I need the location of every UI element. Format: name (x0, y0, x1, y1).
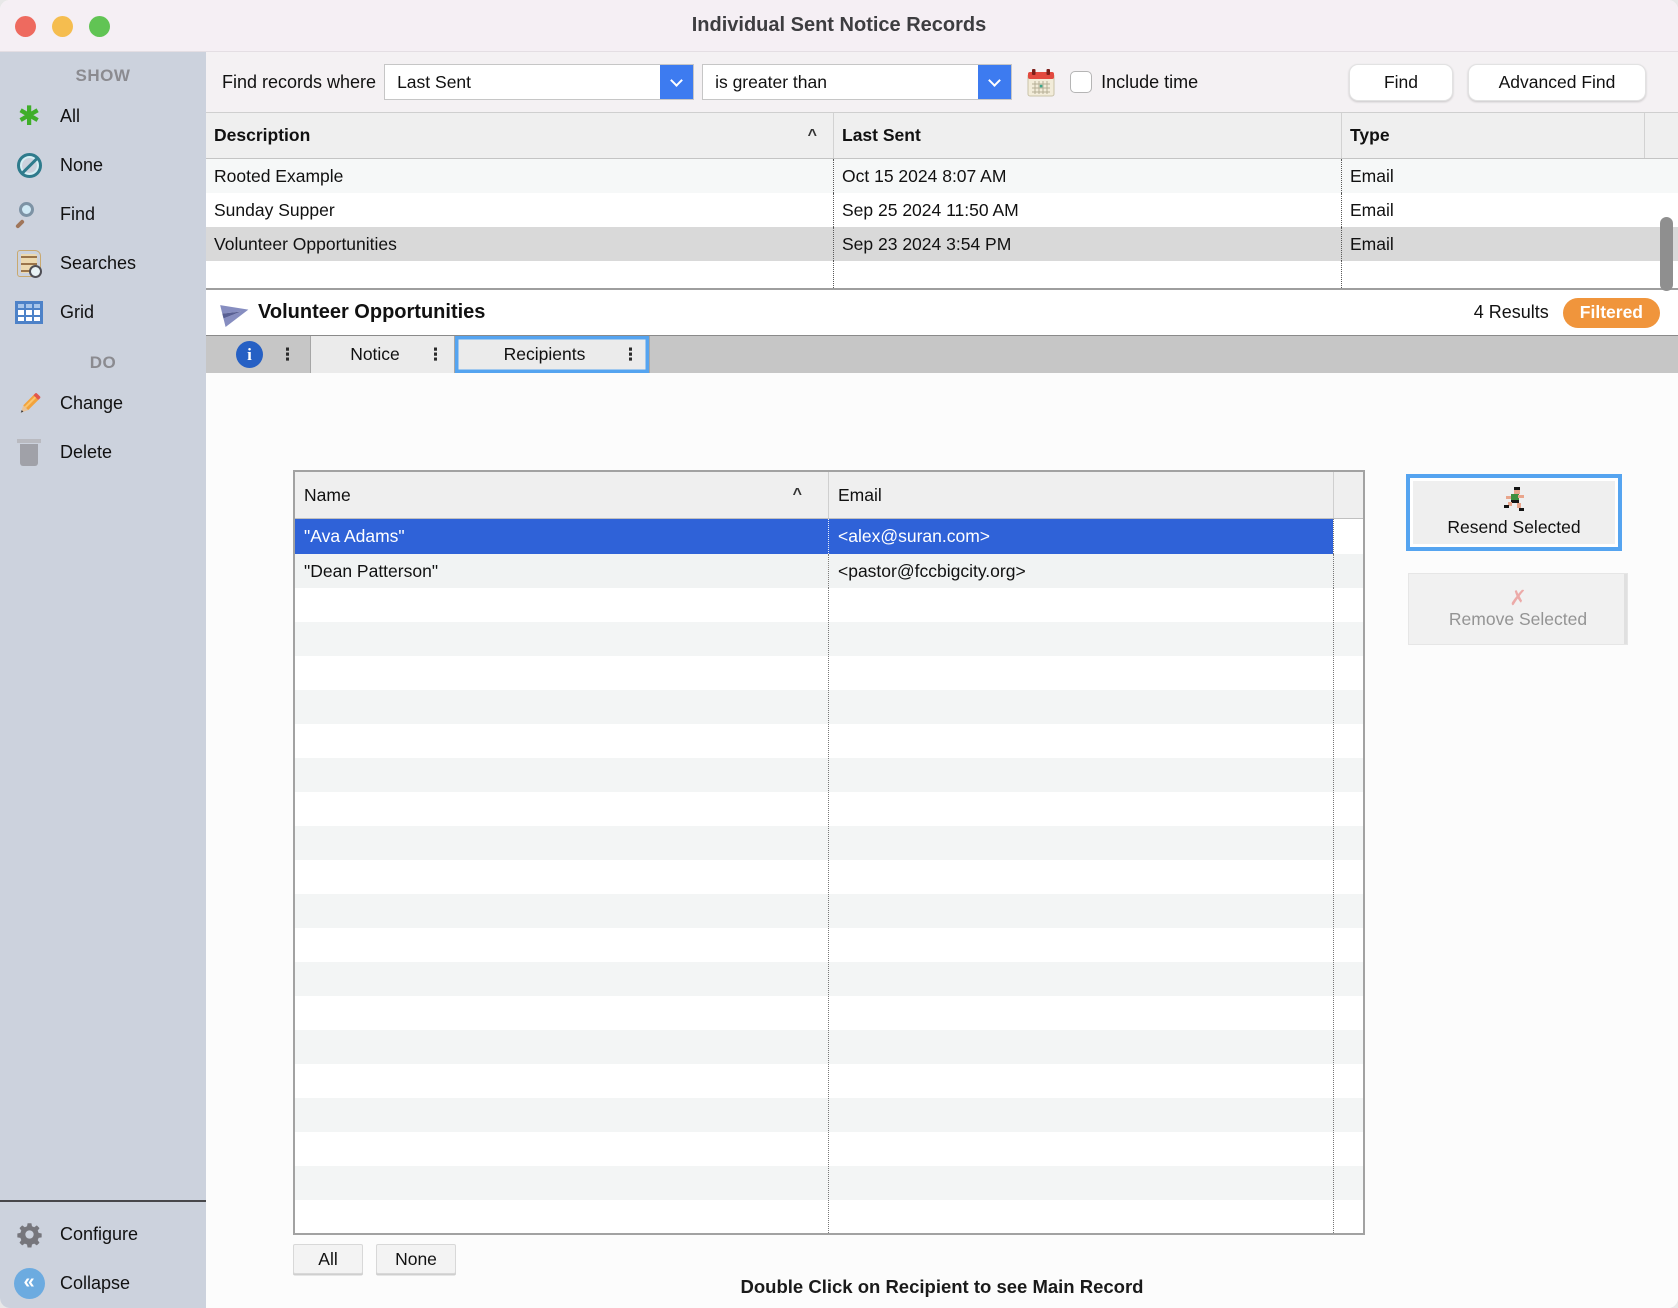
tab-options-icon[interactable]: ⋮ (427, 345, 444, 365)
sidebar-item-collapse[interactable]: « Collapse (0, 1259, 206, 1308)
grid-table-icon (13, 297, 45, 329)
detail-tab-bar: i ⋮ Notice ⋮ Recipients ⋮ (206, 335, 1678, 373)
sidebar-item-all[interactable]: ✱ All (0, 92, 206, 141)
runner-icon (1502, 487, 1526, 516)
pencil-icon (13, 388, 45, 420)
results-count: 4 Results (1474, 302, 1549, 323)
operator-select[interactable]: is greater than (702, 64, 1012, 100)
sort-ascending-icon: ^ (808, 127, 817, 145)
column-header-name[interactable]: Name ^ (295, 472, 828, 518)
select-all-button[interactable]: All (293, 1244, 363, 1274)
app-window: Individual Sent Notice Records SHOW ✱ Al… (0, 0, 1678, 1308)
chevron-down-icon[interactable] (978, 65, 1011, 99)
remove-x-icon: ✗ (1509, 588, 1527, 609)
recipient-row[interactable]: "Dean Patterson" <pastor@fccbigcity.org> (295, 554, 1363, 588)
filtered-badge[interactable]: Filtered (1563, 298, 1660, 328)
recipients-table: Name ^ Email "Ava Adams" <alex@suran.com… (293, 470, 1365, 1235)
sidebar-item-label: Configure (60, 1224, 138, 1245)
table-row[interactable]: Rooted Example Oct 15 2024 8:07 AM Email (206, 159, 1678, 193)
sent-notices-table: Description ^ Last Sent Type Rooted Exam… (206, 112, 1678, 290)
saved-searches-icon (13, 248, 45, 280)
options-dots-icon[interactable]: ⋮ (279, 345, 296, 365)
include-time-checkbox[interactable] (1070, 71, 1092, 93)
info-icon[interactable]: i (236, 341, 263, 368)
column-header-gutter (1644, 113, 1678, 158)
recipients-empty-rows (295, 588, 1363, 1233)
gear-icon (13, 1219, 45, 1251)
recipients-table-header: Name ^ Email (295, 472, 1363, 519)
minimize-window-button[interactable] (52, 16, 73, 37)
traffic-lights (15, 16, 110, 37)
select-none-button[interactable]: None (376, 1244, 456, 1274)
field-select-value: Last Sent (397, 72, 471, 93)
tab-notice[interactable]: Notice ⋮ (310, 336, 454, 373)
calendar-icon[interactable] (1024, 65, 1058, 99)
paper-plane-icon (220, 298, 250, 328)
vertical-scrollbar[interactable] (1660, 217, 1673, 291)
tab-recipients-active[interactable]: Recipients ⋮ (454, 336, 650, 373)
resend-selected-button[interactable]: Resend Selected (1413, 481, 1615, 544)
sidebar-item-label: All (60, 106, 80, 127)
detail-section-header: Volunteer Opportunities 4 Results Filter… (206, 290, 1678, 335)
column-header-type[interactable]: Type (1341, 113, 1644, 158)
sidebar-item-searches[interactable]: Searches (0, 239, 206, 288)
magnifier-icon (13, 199, 45, 231)
sidebar-item-label: Delete (60, 442, 112, 463)
table-row-selected[interactable]: Volunteer Opportunities Sep 23 2024 3:54… (206, 227, 1678, 261)
find-records-where-label: Find records where (222, 72, 376, 93)
close-window-button[interactable] (15, 16, 36, 37)
sort-ascending-icon: ^ (793, 486, 802, 504)
resend-selected-highlight: Resend Selected (1406, 474, 1622, 551)
table-empty-space (206, 261, 1678, 288)
find-button[interactable]: Find (1349, 64, 1453, 101)
collapse-chevrons-icon: « (13, 1268, 45, 1300)
sidebar-footer: Configure « Collapse (0, 1200, 206, 1308)
chevron-down-icon[interactable] (660, 65, 693, 99)
titlebar: Individual Sent Notice Records (0, 0, 1678, 52)
remove-selected-label: Remove Selected (1449, 609, 1587, 630)
recipient-row-selected[interactable]: "Ava Adams" <alex@suran.com> (295, 519, 1363, 554)
include-time-label: Include time (1101, 72, 1198, 93)
zoom-window-button[interactable] (89, 16, 110, 37)
sidebar-item-change[interactable]: Change (0, 379, 206, 428)
sidebar-item-find[interactable]: Find (0, 190, 206, 239)
trash-icon (13, 437, 45, 469)
column-header-email[interactable]: Email (828, 472, 1333, 518)
sidebar-item-delete[interactable]: Delete (0, 428, 206, 477)
window-title: Individual Sent Notice Records (692, 14, 987, 37)
sidebar-item-label: Grid (60, 302, 94, 323)
recipients-pane: Name ^ Email "Ava Adams" <alex@suran.com… (206, 373, 1678, 1308)
sidebar-item-label: Find (60, 204, 95, 225)
sidebar: SHOW ✱ All None Find Searches (0, 52, 206, 1308)
no-entry-icon (13, 150, 45, 182)
field-select[interactable]: Last Sent (384, 64, 694, 100)
column-header-gutter (1333, 472, 1363, 518)
sidebar-item-label: Change (60, 393, 123, 414)
sidebar-item-label: None (60, 155, 103, 176)
sidebar-do-section-label: DO (0, 353, 206, 379)
double-click-hint: Double Click on Recipient to see Main Re… (206, 1276, 1678, 1298)
sidebar-item-none[interactable]: None (0, 141, 206, 190)
advanced-find-button[interactable]: Advanced Find (1468, 64, 1646, 101)
sidebar-item-grid[interactable]: Grid (0, 288, 206, 337)
operator-select-value: is greater than (715, 72, 827, 93)
resend-selected-label: Resend Selected (1447, 517, 1580, 538)
detail-title: Volunteer Opportunities (258, 301, 485, 324)
remove-selected-button-disabled[interactable]: ✗ Remove Selected (1408, 573, 1628, 645)
column-header-description[interactable]: Description ^ (206, 113, 833, 158)
sidebar-item-label: Collapse (60, 1273, 130, 1294)
table-row[interactable]: Sunday Supper Sep 25 2024 11:50 AM Email (206, 193, 1678, 227)
find-bar: Find records where Last Sent is greater … (206, 52, 1678, 112)
column-header-last-sent[interactable]: Last Sent (833, 113, 1341, 158)
sidebar-item-configure[interactable]: Configure (0, 1210, 206, 1259)
sent-notices-table-header: Description ^ Last Sent Type (206, 113, 1678, 159)
asterisk-icon: ✱ (13, 101, 45, 133)
sidebar-item-label: Searches (60, 253, 136, 274)
sidebar-show-section-label: SHOW (0, 66, 206, 92)
tab-options-icon[interactable]: ⋮ (622, 345, 639, 365)
